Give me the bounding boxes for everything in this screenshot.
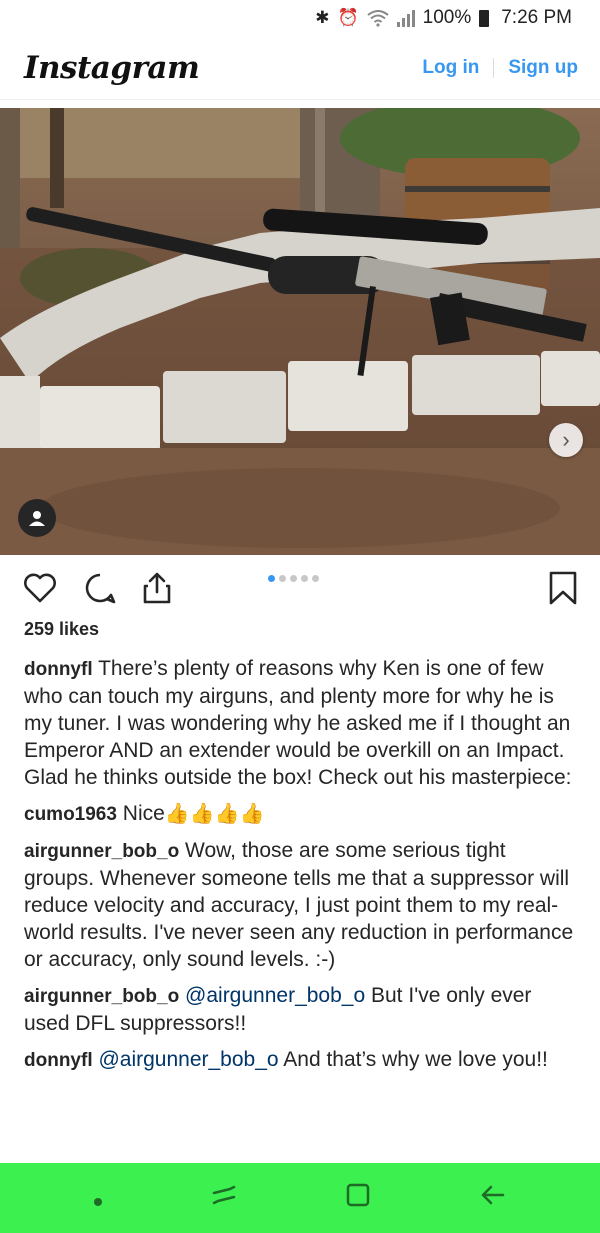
comment-username[interactable]: airgunner_bob_o [24,841,179,862]
caption-text: There’s plenty of reasons why Ken is one… [24,657,572,789]
heart-icon[interactable] [22,570,58,611]
status-bar: ✱ ⏰ 100% 7:26 PM [0,0,600,36]
login-link[interactable]: Log in [422,57,479,79]
comment-icon[interactable] [82,570,118,611]
carousel-indicator [268,575,323,582]
app-header: Instagram Log in Sign up [0,36,600,100]
signup-link[interactable]: Sign up [508,57,578,79]
person-icon [29,511,45,526]
comments-section: donnyfl There’s plenty of reasons why Ke… [24,655,580,1083]
comment-item: airgunner_bob_o Wow, those are some seri… [24,837,580,973]
caption: donnyfl There’s plenty of reasons why Ke… [24,655,580,791]
instagram-logo[interactable]: Instagram [24,50,200,86]
share-icon[interactable] [139,570,175,611]
comment-username[interactable]: airgunner_bob_o [24,986,179,1007]
comment-text: Nice [122,802,165,825]
comment-mention[interactable]: @airgunner_bob_o [98,1048,278,1071]
system-nav-bar [0,1163,600,1233]
comment-text: And that’s why we love you!! [283,1048,548,1071]
back-icon[interactable] [479,1181,507,1216]
carousel-dot [301,575,308,582]
like-count[interactable]: 259 likes [24,619,99,640]
post-actions [0,562,600,612]
carousel-dot [279,575,286,582]
bluetooth-icon: ✱ [315,8,330,27]
comment-username[interactable]: cumo1963 [24,804,117,825]
comment-item: cumo1963 Nice👍👍👍👍 [24,800,580,828]
battery-icon [479,9,493,27]
carousel-dot [290,575,297,582]
auth-links: Log in Sign up [422,57,578,79]
next-image-button[interactable]: › [549,423,583,457]
clock: 7:26 PM [501,7,572,28]
comment-username[interactable]: donnyfl [24,1050,93,1071]
dot-icon[interactable] [93,1182,103,1214]
bookmark-icon[interactable] [546,570,580,611]
wifi-icon [367,9,389,27]
tagged-users-button[interactable] [18,499,56,537]
comment-item: donnyfl @airgunner_bob_o And that’s why … [24,1046,580,1074]
comment-item: airgunner_bob_o @airgunner_bob_o But I'v… [24,982,580,1037]
home-icon[interactable] [344,1181,372,1216]
carousel-dot [312,575,319,582]
signal-icon [396,9,415,27]
recents-icon[interactable] [210,1181,238,1216]
chevron-right-icon: › [562,427,570,452]
carousel-dot [268,575,275,582]
alarm-icon: ⏰ [337,8,359,27]
divider [493,57,495,78]
comment-emoji: 👍👍👍👍 [164,803,265,825]
post-photo[interactable]: › [0,108,600,555]
battery-percent: 100% [422,7,472,28]
caption-username[interactable]: donnyfl [24,659,93,680]
post-image [0,108,600,555]
comment-mention[interactable]: @airgunner_bob_o [185,984,365,1007]
